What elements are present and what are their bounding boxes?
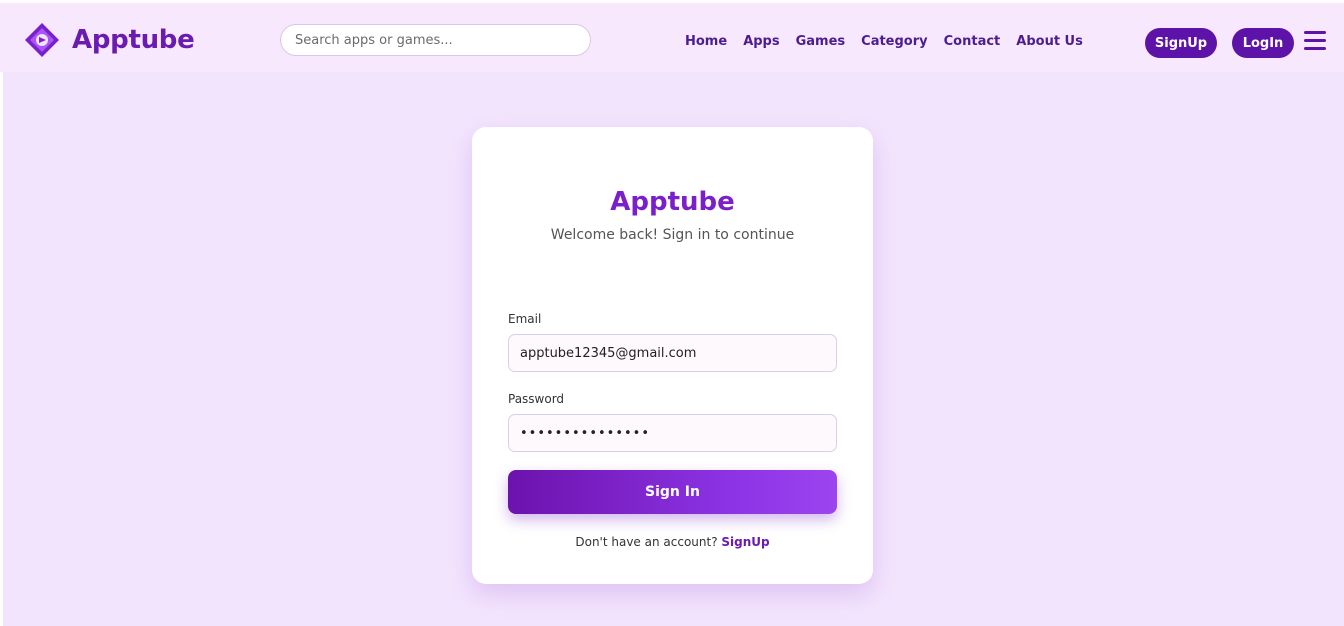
search-input[interactable] [280, 24, 591, 56]
nav-apps[interactable]: Apps [743, 34, 779, 49]
nav-about-us[interactable]: About Us [1016, 34, 1083, 49]
email-label: Email [508, 312, 542, 326]
signup-button[interactable]: SignUp [1145, 28, 1217, 58]
brand[interactable]: Apptube [22, 22, 195, 58]
email-field[interactable] [508, 334, 837, 372]
main-nav: Home Apps Games Category Contact About U… [685, 34, 1083, 49]
nav-contact[interactable]: Contact [944, 34, 1001, 49]
password-label: Password [508, 392, 565, 406]
no-account-text: Don't have an account? [575, 535, 718, 549]
sign-in-button[interactable]: Sign In [508, 470, 837, 514]
window-edge [0, 0, 3, 626]
nav-games[interactable]: Games [796, 34, 846, 49]
password-field[interactable] [508, 414, 837, 452]
signup-prompt: Don't have an account? SignUp [472, 535, 873, 549]
signup-link[interactable]: SignUp [721, 535, 769, 549]
login-card: Apptube Welcome back! Sign in to continu… [472, 127, 873, 584]
apptube-logo-icon [25, 23, 59, 57]
login-button[interactable]: LogIn [1232, 28, 1294, 58]
top-navbar: Apptube Home Apps Games Category Contact… [0, 0, 1344, 72]
nav-home[interactable]: Home [685, 34, 727, 49]
brand-name: Apptube [72, 25, 195, 55]
nav-category[interactable]: Category [861, 34, 927, 49]
hamburger-menu-icon[interactable] [1304, 31, 1328, 53]
card-title: Apptube [610, 187, 735, 217]
card-subtitle: Welcome back! Sign in to continue [550, 227, 795, 243]
